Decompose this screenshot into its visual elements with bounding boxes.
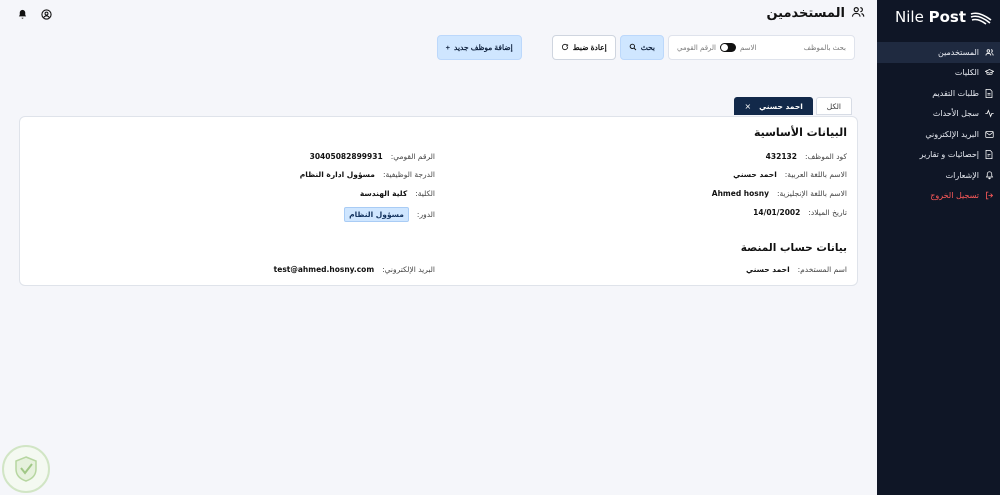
toggle-label-national-id: الرقم القومي [677, 43, 716, 52]
sidebar-item-email[interactable]: البريد الإلكتروني [877, 124, 1000, 145]
username-row: اسم المستخدم: احمد حسني [746, 265, 847, 274]
role-row: الدور: مسؤول النظام [344, 207, 435, 222]
tab-user[interactable]: × احمد حسني [734, 97, 813, 115]
bell-icon [984, 170, 994, 180]
watermark-seal [2, 445, 50, 493]
reset-button[interactable]: إعادة ضبط [551, 35, 616, 60]
add-employee-button[interactable]: + إضافة موظف جديد [436, 35, 522, 60]
role-badge: مسؤول النظام [344, 207, 409, 222]
sidebar-item-logout[interactable]: تسجيل الخروج [877, 186, 1000, 207]
brand-logo: Nile Post [877, 0, 1000, 34]
page-header: المستخدمين [766, 4, 865, 23]
sidebar-item-reports[interactable]: إحصائيات و تقارير [877, 145, 1000, 166]
sidebar-item-applications[interactable]: طلبات التقديم [877, 83, 1000, 104]
employee-code-row: كود الموظف: 432132 [765, 152, 847, 161]
sidebar: Nile Post المستخدمين الكليات طلبات التقد… [877, 0, 1000, 495]
brand-name: Nile Post [895, 8, 966, 26]
sidebar-item-activity-log[interactable]: سجل الأحداث [877, 104, 1000, 125]
name-ar-row: الاسم باللغة العربية: احمد حسني [733, 170, 847, 179]
logout-icon [984, 191, 994, 201]
toolbar: + إضافة موظف جديد إعادة ضبط بحث بحث بالم… [436, 35, 855, 60]
search-mode-toggle[interactable]: الاسم الرقم القومي [677, 43, 756, 52]
close-icon[interactable]: × [744, 102, 751, 111]
report-icon [984, 150, 994, 160]
search-input[interactable]: بحث بالموظف [762, 44, 846, 52]
tabs: × احمد حسني الكل [734, 97, 852, 115]
faculty-row: الكلية: كلية الهندسة [359, 189, 435, 198]
name-en-row: الاسم باللغة الإنجليزية: Ahmed hosny [711, 189, 847, 198]
bell-icon[interactable] [16, 8, 28, 20]
email-row: البريد الإلكتروني: test@ahmed.hosny.com [273, 265, 435, 274]
toggle-switch[interactable] [720, 43, 736, 52]
national-id-row: الرقم القومي: 30405082899931 [309, 152, 435, 161]
sidebar-item-notifications[interactable]: الإشعارات [877, 165, 1000, 186]
search-field[interactable]: بحث بالموظف الاسم الرقم القومي [668, 35, 855, 60]
search-icon [629, 43, 637, 53]
platform-account-title: بيانات حساب المنصة [740, 242, 847, 254]
birth-date-row: تاريخ الميلاد: 14/01/2002 [753, 208, 847, 217]
sidebar-nav: المستخدمين الكليات طلبات التقديم سجل الأ… [877, 42, 1000, 206]
users-icon [984, 47, 994, 57]
page-title: المستخدمين [766, 6, 845, 21]
plus-icon: + [445, 43, 451, 52]
top-icons [16, 8, 52, 20]
document-icon [984, 88, 994, 98]
search-button[interactable]: بحث [619, 35, 664, 60]
user-circle-icon[interactable] [40, 8, 52, 20]
users-icon [851, 4, 865, 23]
sidebar-item-users[interactable]: المستخدمين [877, 42, 1000, 63]
toggle-label-name: الاسم [740, 43, 757, 52]
tab-all[interactable]: الكل [815, 97, 852, 115]
sidebar-item-faculties[interactable]: الكليات [877, 63, 1000, 84]
logo-icon [970, 10, 992, 25]
graduation-cap-icon [984, 68, 994, 78]
mail-icon [984, 129, 994, 139]
employee-details-card: البيانات الأساسية كود الموظف: 432132 الا… [19, 116, 858, 286]
basic-data-title: البيانات الأساسية [753, 126, 847, 139]
refresh-icon [561, 43, 569, 53]
activity-icon [984, 109, 994, 119]
job-grade-row: الدرجة الوظيفية: مسؤول ادارة النظام [299, 170, 435, 179]
